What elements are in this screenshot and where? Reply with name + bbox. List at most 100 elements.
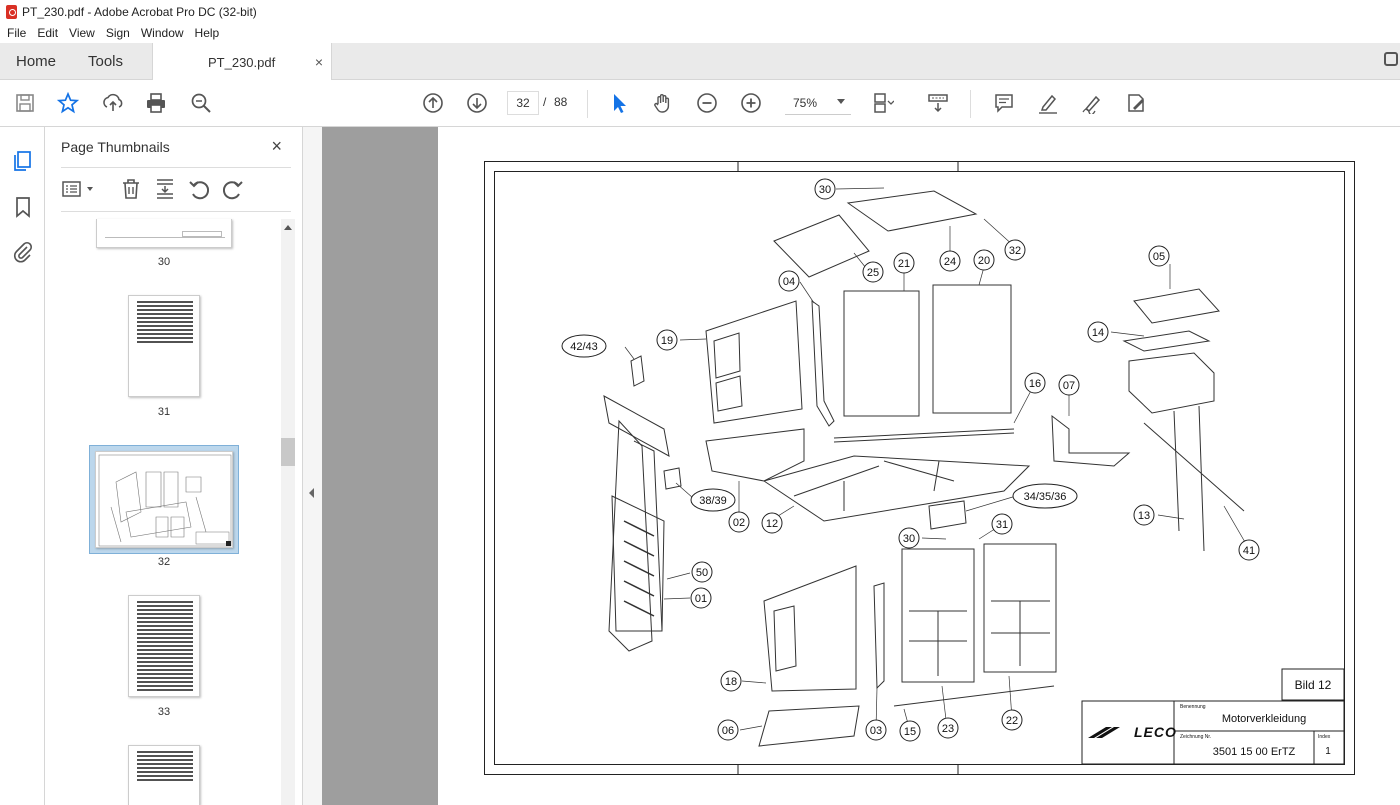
thumbnail-page-34[interactable]: [128, 745, 200, 805]
thumbnail-page-30[interactable]: [96, 219, 232, 248]
svg-text:LECO: LECO: [1134, 724, 1177, 740]
zoom-out-icon[interactable]: [695, 91, 719, 115]
page-thumbnails-icon[interactable]: [11, 149, 35, 173]
scrollbar-thumb[interactable]: [281, 438, 295, 466]
star-icon[interactable]: [56, 91, 80, 115]
svg-text:32: 32: [1009, 245, 1021, 257]
highlight-icon[interactable]: [1036, 91, 1060, 115]
menu-sign[interactable]: Sign: [106, 26, 130, 40]
svg-text:42/43: 42/43: [570, 341, 598, 353]
page-display-icon[interactable]: [871, 91, 895, 115]
thumbnails-title: Page Thumbnails: [61, 139, 170, 155]
collapse-arrow-icon[interactable]: [309, 488, 314, 498]
callout-18: 18: [720, 670, 742, 692]
scroll-mode-icon[interactable]: [926, 91, 950, 115]
thumbnail-label-31: 31: [157, 406, 171, 418]
svg-text:12: 12: [766, 518, 778, 530]
zoom-in-icon[interactable]: [739, 91, 763, 115]
attachment-icon[interactable]: [11, 240, 35, 264]
svg-text:34/35/36: 34/35/36: [1024, 491, 1067, 503]
callout-01: 01: [690, 587, 712, 609]
svg-text:30: 30: [903, 533, 915, 545]
panel-divider-2: [61, 211, 291, 212]
menu-help[interactable]: Help: [195, 26, 220, 40]
zoom-value: 75%: [793, 96, 818, 110]
help-icon[interactable]: [1384, 52, 1398, 66]
select-cursor-icon[interactable]: [607, 91, 631, 115]
callout-05: 05: [1148, 245, 1170, 267]
tab-document[interactable]: PT_230.pdf ×: [152, 43, 332, 81]
thumbnail-page-31[interactable]: [128, 295, 200, 397]
callout-14: 14: [1087, 321, 1109, 343]
thumbnail-label-32: 32: [157, 556, 171, 568]
svg-text:18: 18: [725, 676, 737, 688]
tab-close-icon[interactable]: ×: [315, 54, 323, 70]
zoom-dropdown[interactable]: 75%: [785, 91, 851, 115]
zoom-search-icon[interactable]: [189, 91, 213, 115]
thumbnails-scrollbar[interactable]: [281, 219, 295, 805]
callout-41: 41: [1238, 539, 1260, 561]
callout-07: 07: [1058, 374, 1080, 396]
panel-collapse-strip[interactable]: [303, 127, 322, 805]
callout-16: 16: [1024, 372, 1046, 394]
document-gray-margin: [322, 127, 438, 805]
hand-icon[interactable]: [651, 91, 675, 115]
pdf-page-drawing: 30 24 32 25 21 20 04 05 14 19 42/43 16 0…: [484, 161, 1355, 775]
page-number-input[interactable]: [507, 91, 539, 115]
menu-window[interactable]: Window: [141, 26, 184, 40]
delete-pages-icon[interactable]: [119, 177, 143, 201]
scroll-up-icon[interactable]: [284, 225, 292, 230]
comment-icon[interactable]: [992, 91, 1016, 115]
svg-text:14: 14: [1092, 327, 1104, 339]
thumbnail-label-30: 30: [157, 256, 171, 268]
callout-03: 03: [865, 719, 887, 741]
page-total: 88: [554, 95, 568, 109]
callout-20: 20: [973, 249, 995, 271]
tab-home[interactable]: Home: [16, 43, 56, 80]
save-icon[interactable]: [13, 91, 37, 115]
svg-text:13: 13: [1138, 510, 1150, 522]
upload-icon[interactable]: [101, 91, 125, 115]
menu-file[interactable]: File: [7, 26, 26, 40]
menu-edit[interactable]: Edit: [37, 26, 58, 40]
rotate-right-icon[interactable]: [221, 177, 245, 201]
page-down-icon[interactable]: [465, 91, 489, 115]
print-icon[interactable]: [144, 91, 168, 115]
callout-12: 12: [761, 512, 783, 534]
bild-label: Bild 12: [1295, 678, 1332, 692]
callout-22: 22: [1001, 709, 1023, 731]
tab-tools[interactable]: Tools: [88, 43, 123, 80]
svg-text:24: 24: [944, 256, 956, 268]
sign-icon[interactable]: [1080, 91, 1104, 115]
chevron-down-icon: [87, 187, 93, 191]
drawing-title: Motorverkleidung: [1222, 713, 1306, 725]
svg-text:38/39: 38/39: [699, 495, 727, 507]
thumbnail-page-32[interactable]: [95, 451, 233, 548]
window-title: PT_230.pdf - Adobe Acrobat Pro DC (32-bi…: [22, 4, 257, 19]
page-up-icon[interactable]: [421, 91, 445, 115]
thumbnail-options-icon[interactable]: [61, 177, 93, 201]
redact-icon[interactable]: [1124, 91, 1148, 115]
title-bar: PT_230.pdf - Adobe Acrobat Pro DC (32-bi…: [0, 0, 1400, 23]
index-label: Index: [1318, 734, 1331, 740]
page-separator: /: [543, 95, 547, 109]
svg-text:16: 16: [1029, 378, 1041, 390]
callout-34-35-36: 34/35/36: [1012, 483, 1078, 509]
svg-text:23: 23: [942, 723, 954, 735]
callout-13: 13: [1133, 504, 1155, 526]
extract-pages-icon[interactable]: [153, 177, 177, 201]
svg-text:41: 41: [1243, 545, 1255, 557]
close-icon[interactable]: ×: [271, 136, 282, 157]
callout-15: 15: [899, 720, 921, 742]
callout-04: 04: [778, 270, 800, 292]
rotate-left-icon[interactable]: [187, 177, 211, 201]
thumbnail-page-33[interactable]: [128, 595, 200, 697]
callout-31: 31: [991, 513, 1013, 535]
svg-text:30: 30: [819, 184, 831, 196]
bookmark-icon[interactable]: [11, 195, 35, 219]
callout-30b: 30: [898, 527, 920, 549]
toolbar-separator-2: [970, 90, 971, 118]
menu-view[interactable]: View: [69, 26, 95, 40]
zeichnung-label: Zeichnung Nr.: [1180, 734, 1211, 740]
panel-divider: [61, 167, 291, 168]
